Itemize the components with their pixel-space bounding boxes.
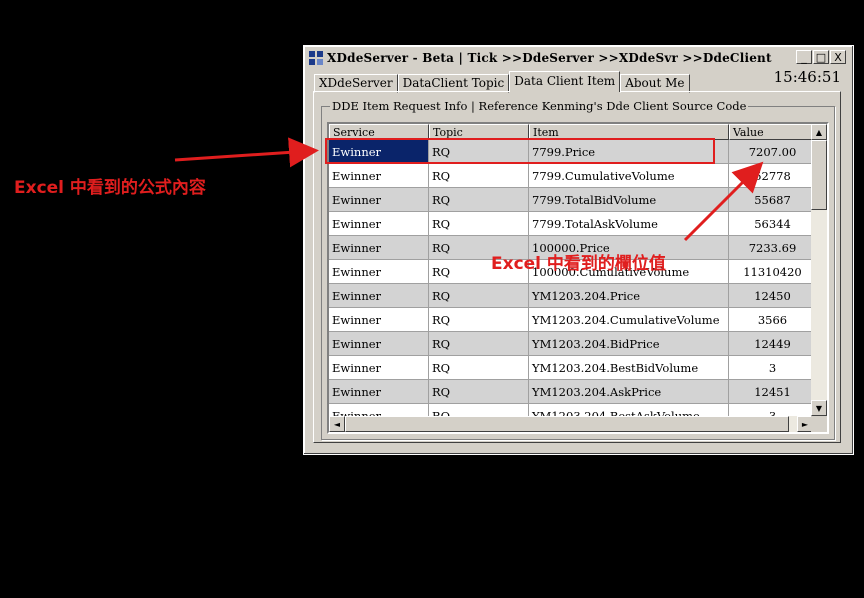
formula-annotation: Excel 中看到的公式內容 bbox=[14, 178, 206, 198]
arrow-to-row bbox=[174, 137, 319, 168]
arrow-to-value bbox=[683, 161, 764, 242]
tab-data-client-item[interactable]: Data Client Item bbox=[509, 71, 621, 92]
field-annotation: Excel 中看到的欄位值 bbox=[491, 254, 666, 274]
annotation-arrows bbox=[174, 137, 764, 242]
